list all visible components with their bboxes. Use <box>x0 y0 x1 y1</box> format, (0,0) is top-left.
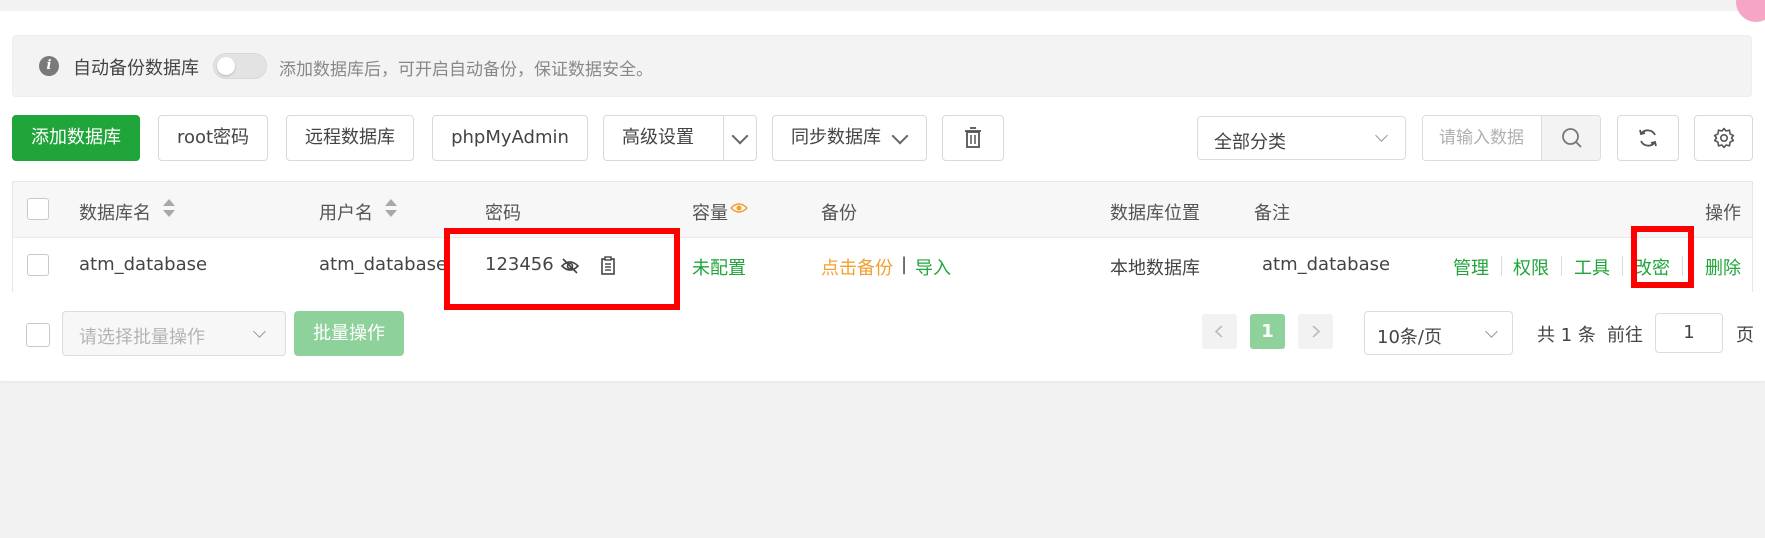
sort-icon[interactable] <box>163 199 175 219</box>
op-separator <box>1622 256 1623 276</box>
cell-remark[interactable]: atm_database <box>1262 254 1390 275</box>
page-size-select[interactable]: 10条/页 <box>1364 311 1513 355</box>
row-checkbox[interactable] <box>27 254 49 276</box>
database-table: 数据库名 用户名 密码 容量 备份 数据库位置 备注 操作 atm_databa… <box>12 181 1753 292</box>
cell-db-name: atm_database <box>79 254 208 275</box>
sort-icon[interactable] <box>385 199 397 219</box>
refresh-button[interactable] <box>1617 115 1679 161</box>
sync-database-label: 同步数据库 <box>791 127 881 148</box>
import-link[interactable]: 导入 <box>915 254 951 280</box>
refresh-icon <box>1639 129 1657 147</box>
header-capacity: 容量 <box>692 203 728 224</box>
chevron-right-icon <box>1312 325 1321 338</box>
search-input[interactable] <box>1423 116 1541 160</box>
advanced-settings-dropdown[interactable] <box>724 116 756 160</box>
category-select[interactable]: 全部分类 <box>1197 116 1406 160</box>
chevron-down-icon <box>1485 325 1498 338</box>
page-suffix: 页 <box>1736 325 1754 346</box>
trash-icon <box>965 127 981 148</box>
capacity-not-configured-link[interactable]: 未配置 <box>692 254 746 280</box>
header-location: 数据库位置 <box>1110 203 1200 224</box>
goto-label: 前往 <box>1607 325 1643 346</box>
batch-operation-select[interactable]: 请选择批量操作 <box>62 311 286 356</box>
add-database-button[interactable]: 添加数据库 <box>12 115 140 161</box>
footer-select-checkbox[interactable] <box>26 323 50 347</box>
header-password: 密码 <box>485 203 521 224</box>
op-separator <box>1501 256 1502 276</box>
op-manage-link[interactable]: 管理 <box>1453 254 1489 280</box>
change-password-highlight-box <box>1631 226 1694 288</box>
settings-button[interactable] <box>1694 115 1753 161</box>
header-remark: 备注 <box>1254 203 1290 224</box>
header-operations: 操作 <box>1705 203 1741 224</box>
prev-page-button[interactable] <box>1202 314 1237 349</box>
eye-icon[interactable] <box>730 201 748 215</box>
advanced-settings-split-button: 高级设置 <box>603 115 757 161</box>
page-size-value: 10条/页 <box>1377 327 1442 348</box>
op-tools-link[interactable]: 工具 <box>1574 254 1610 280</box>
header-backup: 备份 <box>821 203 857 224</box>
goto-page-input[interactable]: 1 <box>1655 313 1723 353</box>
op-delete-link[interactable]: 删除 <box>1705 254 1741 280</box>
notice-text: 添加数据库后，可开启自动备份，保证数据安全。 <box>279 60 653 80</box>
batch-operation-placeholder: 请选择批量操作 <box>79 327 205 348</box>
next-page-button[interactable] <box>1298 314 1333 349</box>
info-icon: i <box>39 56 59 76</box>
gear-icon <box>1713 127 1735 149</box>
page-number-current[interactable]: 1 <box>1250 314 1285 349</box>
backup-separator: | <box>901 254 908 275</box>
search-box <box>1422 115 1601 161</box>
auto-backup-toggle[interactable] <box>213 53 267 79</box>
advanced-settings-button[interactable]: 高级设置 <box>622 116 694 160</box>
chevron-down-icon <box>1375 129 1388 142</box>
select-all-checkbox[interactable] <box>27 198 49 220</box>
remote-database-button[interactable]: 远程数据库 <box>286 115 414 161</box>
chevron-down-icon <box>731 127 749 145</box>
table-header: 数据库名 用户名 密码 容量 备份 数据库位置 备注 操作 <box>13 182 1752 238</box>
total-count: 共 1 条 <box>1537 325 1596 346</box>
root-password-button[interactable]: root密码 <box>158 115 268 161</box>
phpmyadmin-button[interactable]: phpMyAdmin <box>432 115 588 161</box>
cell-location: 本地数据库 <box>1110 258 1200 279</box>
backup-now-link[interactable]: 点击备份 <box>821 254 893 280</box>
table-row: atm_database atm_database 123456 未配置 点击备… <box>13 238 1752 292</box>
sync-database-button[interactable]: 同步数据库 <box>772 115 927 161</box>
category-value: 全部分类 <box>1214 132 1286 153</box>
header-db-name[interactable]: 数据库名 <box>79 199 151 225</box>
password-highlight-box <box>444 228 680 310</box>
chevron-down-icon <box>253 325 266 338</box>
toggle-knob <box>217 57 235 75</box>
cell-username: atm_database <box>319 254 448 275</box>
header-username[interactable]: 用户名 <box>319 199 373 225</box>
auto-backup-notice: i 自动备份数据库 添加数据库后，可开启自动备份，保证数据安全。 <box>12 35 1752 97</box>
auto-backup-label: 自动备份数据库 <box>73 58 199 79</box>
search-icon <box>1562 128 1582 148</box>
delete-button[interactable] <box>942 115 1004 161</box>
op-permissions-link[interactable]: 权限 <box>1513 254 1549 280</box>
chevron-down-icon <box>891 127 909 145</box>
batch-operation-button[interactable]: 批量操作 <box>294 311 404 356</box>
op-separator <box>1561 256 1562 276</box>
chevron-left-icon <box>1214 325 1223 338</box>
search-button[interactable] <box>1541 116 1600 160</box>
